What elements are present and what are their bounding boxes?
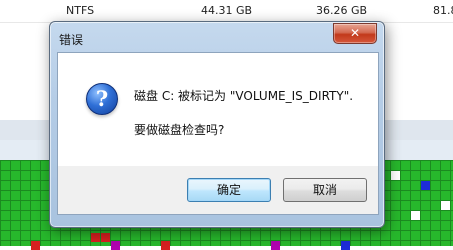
message-line-2: 要做磁盘检查吗? <box>134 123 225 137</box>
error-dialog: 错误 ✕ ? 磁盘 C: 被标记为 "VOLUME_IS_DIRTY". 要做磁… <box>49 21 385 228</box>
cluster-cell <box>101 233 110 242</box>
cluster-cell <box>441 201 450 210</box>
dialog-footer: 确定 取消 <box>57 166 379 215</box>
cluster-cell <box>91 233 100 242</box>
filesystem-cell: NTFS <box>66 4 95 17</box>
cluster-cell <box>391 171 400 180</box>
free-space-cell: 36.26 GB <box>316 4 368 17</box>
percent-free-cell: 81.8 <box>433 4 453 17</box>
dialog-title: 错误 <box>59 33 84 47</box>
ok-button[interactable]: 确定 <box>187 178 271 202</box>
cluster-cell <box>421 181 430 190</box>
dialog-titlebar[interactable]: 错误 ✕ <box>50 22 384 52</box>
close-icon: ✕ <box>349 26 361 40</box>
close-button[interactable]: ✕ <box>333 23 377 44</box>
capacity-cell: 44.31 GB <box>201 4 253 17</box>
cluster-cell <box>411 211 420 220</box>
cancel-button[interactable]: 取消 <box>283 178 367 202</box>
message-line-1: 磁盘 C: 被标记为 "VOLUME_IS_DIRTY". <box>134 89 354 103</box>
dialog-content: ? 磁盘 C: 被标记为 "VOLUME_IS_DIRTY". 要做磁盘检查吗? <box>57 52 379 167</box>
volume-row[interactable]: NTFS 44.31 GB 36.26 GB 81.8 <box>0 0 453 22</box>
question-icon: ? <box>86 83 118 115</box>
